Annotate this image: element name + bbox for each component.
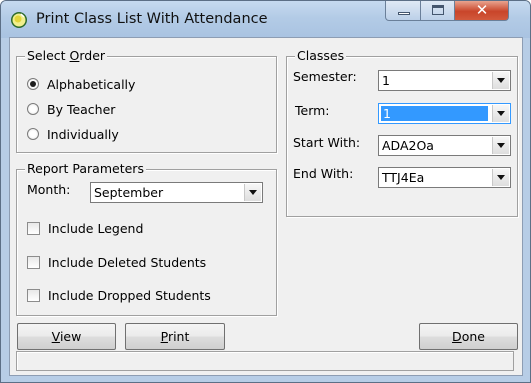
end-with-dropdown[interactable]: TTJ4Ea xyxy=(378,167,511,188)
close-button[interactable]: ✕ xyxy=(455,1,509,21)
include-deleted-students-box[interactable] xyxy=(27,255,40,269)
classes-legend: Classes xyxy=(295,48,347,64)
window-title: Print Class List With Attendance xyxy=(36,11,268,27)
semester-value: 1 xyxy=(382,73,390,88)
classes-group: Classes Semester: 1 Term: 1 Start With: … xyxy=(286,48,518,217)
month-value: September xyxy=(94,185,164,200)
title-bar[interactable]: Print Class List With Attendance ✕ xyxy=(1,1,530,38)
include-dropped-students-label: Include Dropped Students xyxy=(48,287,211,303)
minimize-icon xyxy=(398,12,410,15)
select-order-group: Select Order Alphabetically By Teacher I… xyxy=(16,48,277,153)
print-button-rest: rint xyxy=(167,329,190,344)
chevron-down-icon[interactable] xyxy=(492,137,509,154)
close-icon: ✕ xyxy=(475,1,489,19)
view-button-hotkey: V xyxy=(51,329,60,344)
radio-by-teacher-indicator[interactable] xyxy=(27,103,39,115)
month-dropdown[interactable]: September xyxy=(90,182,263,203)
report-parameters-legend: Report Parameters xyxy=(25,161,146,177)
chevron-down-icon[interactable] xyxy=(244,184,261,201)
maximize-button[interactable] xyxy=(421,1,455,21)
term-label: Term: xyxy=(295,103,330,118)
status-bar xyxy=(16,351,514,371)
maximize-icon xyxy=(432,5,444,15)
select-order-legend-suffix: rder xyxy=(79,48,106,63)
chevron-down-icon[interactable] xyxy=(492,72,509,89)
print-button[interactable]: Print xyxy=(125,323,225,350)
view-button-rest: iew xyxy=(59,329,82,344)
start-with-value: ADA2Oa xyxy=(382,138,434,153)
semester-label: Semester: xyxy=(293,69,357,84)
end-with-value: TTJ4Ea xyxy=(382,170,425,185)
start-with-dropdown[interactable]: ADA2Oa xyxy=(378,135,511,156)
print-class-list-window: Print Class List With Attendance ✕ Selec… xyxy=(0,0,531,383)
month-label: Month: xyxy=(27,182,71,197)
end-with-label: End With: xyxy=(293,166,354,181)
start-with-label: Start With: xyxy=(293,135,361,150)
include-legend-box[interactable] xyxy=(27,221,40,235)
radio-by-teacher-label: By Teacher xyxy=(47,101,116,117)
radio-alphabetically-label: Alphabetically xyxy=(47,76,136,92)
select-order-legend-hotkey: O xyxy=(69,48,80,63)
radio-alphabetically-indicator[interactable] xyxy=(27,78,39,90)
term-dropdown[interactable]: 1 xyxy=(378,103,511,124)
radio-individually-indicator[interactable] xyxy=(27,128,39,140)
include-dropped-students-box[interactable] xyxy=(27,288,40,302)
radio-by-teacher[interactable]: By Teacher xyxy=(27,100,115,118)
view-button[interactable]: View xyxy=(17,323,116,350)
chevron-down-icon[interactable] xyxy=(492,105,509,122)
minimize-button[interactable] xyxy=(385,1,421,21)
print-button-hotkey: P xyxy=(160,329,168,344)
done-button-rest: one xyxy=(461,329,485,344)
done-button-hotkey: D xyxy=(452,329,462,344)
select-order-legend-prefix: Select xyxy=(27,48,70,63)
radio-individually-label: Individually xyxy=(47,126,119,142)
chevron-down-icon[interactable] xyxy=(492,169,509,186)
term-value: 1 xyxy=(381,106,488,121)
include-deleted-students-checkbox[interactable]: Include Deleted Students xyxy=(27,253,206,271)
done-button[interactable]: Done xyxy=(419,323,518,350)
radio-alphabetically[interactable]: Alphabetically xyxy=(27,75,135,93)
report-parameters-group: Report Parameters Month: September Inclu… xyxy=(16,161,277,316)
include-dropped-students-checkbox[interactable]: Include Dropped Students xyxy=(27,286,211,304)
include-legend-label: Include Legend xyxy=(48,220,144,236)
include-legend-checkbox[interactable]: Include Legend xyxy=(27,219,143,237)
dialog-client-area: Select Order Alphabetically By Teacher I… xyxy=(9,37,523,376)
semester-dropdown[interactable]: 1 xyxy=(378,70,511,91)
radio-individually[interactable]: Individually xyxy=(27,125,119,143)
include-deleted-students-label: Include Deleted Students xyxy=(48,254,207,270)
app-icon xyxy=(11,12,27,28)
select-order-legend: Select Order xyxy=(25,48,108,64)
